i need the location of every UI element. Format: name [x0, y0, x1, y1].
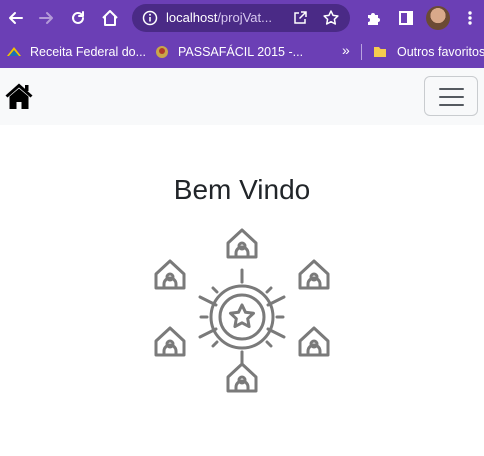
receita-federal-favicon [7, 47, 21, 56]
main-content: Bem Vindo [0, 125, 484, 456]
gear-icon [199, 274, 285, 360]
home-button[interactable] [96, 4, 124, 32]
profile-avatar[interactable] [426, 6, 450, 30]
url-host: localhost [166, 10, 218, 25]
forward-button[interactable] [32, 4, 60, 32]
home-icon [5, 83, 33, 109]
share-icon[interactable] [292, 10, 308, 31]
forward-arrow-icon [39, 12, 53, 24]
address-url: localhost/projVat... [166, 10, 272, 25]
kebab-menu-icon [468, 11, 472, 25]
bookmark-star-icon[interactable] [322, 9, 340, 32]
url-path: /projVat... [217, 10, 272, 25]
address-bar[interactable]: localhost/projVat... [132, 4, 350, 32]
bookmark-receita-federal[interactable]: Receita Federal do... [6, 44, 146, 60]
navbar-toggler-button[interactable] [424, 76, 478, 116]
home-outline-icon [102, 10, 118, 26]
folder-icon [374, 47, 386, 57]
welcome-title: Bem Vindo [173, 174, 311, 205]
house-icon-upper-right [298, 259, 330, 290]
side-panel-icon [399, 11, 413, 25]
house-icon-lower-right [298, 326, 330, 357]
house-icon-lower-left [154, 326, 186, 357]
hamburger-line [439, 104, 464, 106]
hamburger-line [439, 88, 464, 90]
bookmarks-bar: Receita Federal do... PASSAFÁCIL 2015 -.… [0, 36, 484, 68]
more-bookmarks-button[interactable]: » [342, 42, 350, 58]
reload-icon [72, 11, 84, 24]
extensions-button[interactable] [360, 4, 388, 32]
browser-menu-button[interactable] [456, 4, 484, 32]
house-icon-top [226, 228, 258, 259]
back-button[interactable] [2, 4, 30, 32]
other-bookmarks-label: Outros favoritos [397, 45, 484, 59]
side-panel-button[interactable] [392, 4, 420, 32]
reload-button[interactable] [64, 4, 92, 32]
site-navbar [0, 68, 484, 125]
puzzle-icon [368, 13, 380, 25]
house-icon-upper-left [154, 259, 186, 290]
hamburger-line [439, 96, 464, 98]
bookmark-passafacil[interactable]: PASSAFÁCIL 2015 -... [154, 44, 303, 60]
other-bookmarks-folder[interactable]: Outros favoritos [372, 44, 484, 60]
back-arrow-icon [9, 12, 23, 24]
browser-toolbar: localhost/projVat... [0, 0, 484, 36]
bookmark-label: PASSAFÁCIL 2015 -... [178, 45, 304, 59]
site-info-icon[interactable] [142, 10, 158, 31]
house-icon-bottom [226, 362, 258, 393]
network-settings-illustration [154, 228, 330, 393]
browser-chrome: localhost/projVat... Receita Federal do.… [0, 0, 484, 68]
passafacil-favicon [156, 46, 168, 58]
bookmarks-divider [361, 44, 362, 60]
bookmark-label: Receita Federal do... [30, 45, 147, 59]
more-bookmarks-chevron: » [342, 42, 350, 58]
home-link[interactable] [4, 82, 34, 110]
